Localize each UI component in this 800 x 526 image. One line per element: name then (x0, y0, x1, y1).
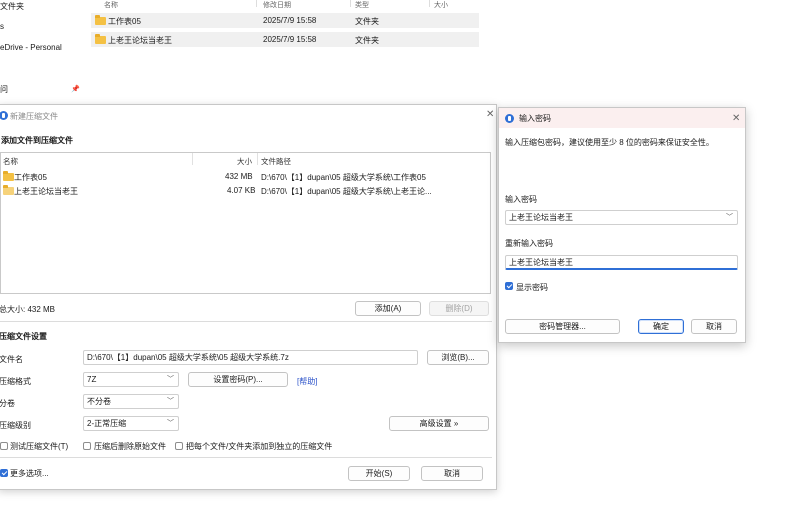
list-item[interactable]: 工作表05 432 MB D:\670\【1】dupan\05 超级大学系统\工… (1, 170, 490, 183)
filename-label: 文件名 (0, 355, 23, 364)
show-password-label: 显示密码 (516, 283, 548, 292)
dialog-title: 新建压缩文件 (10, 112, 58, 121)
folder-icon (95, 15, 106, 25)
chevron-down-icon[interactable]: ﹀ (726, 211, 733, 224)
more-options-label[interactable]: 更多选项... (10, 468, 49, 479)
column-header-name[interactable]: 名称 (104, 0, 118, 9)
nav-item-s[interactable]: s (0, 22, 4, 31)
explorer-row-date: 2025/7/9 15:58 (263, 16, 317, 25)
column-separator (429, 0, 430, 7)
section-divider (0, 457, 492, 458)
column-separator (256, 0, 257, 7)
test-archive-checkbox[interactable] (0, 442, 8, 450)
folder-icon (3, 171, 14, 181)
split-select[interactable]: 不分卷 ﹀ (83, 394, 179, 409)
close-icon[interactable]: ✕ (732, 114, 740, 124)
advanced-settings-button[interactable]: 高级设置 » (389, 416, 489, 431)
cancel-button[interactable]: 取消 (421, 466, 483, 481)
password-input[interactable]: 上老王论坛当老王 ﹀ (505, 210, 738, 225)
password-manager-button[interactable]: 密码管理器... (505, 319, 620, 334)
list-item-path: D:\670\【1】dupan\05 超级大学系统\上老王论... (261, 187, 432, 196)
browse-button[interactable]: 浏览(B)... (427, 350, 489, 365)
new-archive-dialog: 新建压缩文件 ✕ 添加文件到压缩文件 名称 大小 文件路径 工作表05 432 … (0, 104, 497, 490)
explorer-row-date: 2025/7/9 15:58 (263, 35, 317, 44)
confirm-password-input[interactable]: 上老王论坛当老王 (505, 255, 738, 270)
password-label: 输入密码 (505, 195, 537, 204)
delete-button[interactable]: 删除(D) (429, 301, 489, 316)
explorer-row-type: 文件夹 (355, 36, 379, 45)
close-icon[interactable]: ✕ (486, 110, 494, 120)
confirm-password-label: 重新输入密码 (505, 239, 553, 248)
file-icon (3, 185, 14, 195)
add-files-section-title: 添加文件到压缩文件 (1, 136, 73, 145)
separate-archives-label: 把每个文件/文件夹添加到独立的压缩文件 (186, 442, 333, 451)
explorer-nav-pane: 文件夹 s eDrive - Personal 问 📌 (0, 0, 90, 100)
column-separator (192, 153, 193, 165)
section-divider (0, 321, 492, 322)
column-separator (350, 0, 351, 7)
password-hint: 输入压缩包密码，建议使用至少 8 位的密码来保证安全性。 (505, 138, 714, 147)
list-item-name: 工作表05 (14, 173, 47, 182)
list-item-size: 4.07 KB (227, 186, 256, 195)
nav-item-onedrive[interactable]: eDrive - Personal (0, 43, 62, 52)
password-dialog: 输入密码 ✕ 输入压缩包密码，建议使用至少 8 位的密码来保证安全性。 输入密码… (498, 107, 746, 343)
chevron-down-icon: ﹀ (167, 420, 174, 427)
list-item-path: D:\670\【1】dupan\05 超级大学系统\工作表05 (261, 173, 426, 182)
explorer-row-name: 工作表05 (108, 17, 141, 26)
ok-button[interactable]: 确定 (638, 319, 684, 334)
level-label: 压缩级别 (0, 421, 31, 430)
split-label: 分卷 (0, 399, 15, 408)
add-button[interactable]: 添加(A) (355, 301, 421, 316)
password-dialog-title: 输入密码 (519, 114, 551, 123)
separate-archives-checkbox[interactable] (175, 442, 183, 450)
app-icon (0, 111, 8, 120)
nav-item-pinned[interactable]: 问 (0, 84, 8, 95)
explorer-row-type: 文件夹 (355, 17, 379, 26)
list-header-name[interactable]: 名称 (3, 156, 18, 167)
nav-item-folder[interactable]: 文件夹 (0, 1, 24, 12)
chevron-down-icon: ﹀ (167, 398, 174, 405)
help-link[interactable]: [帮助] (297, 376, 317, 387)
list-header-path[interactable]: 文件路径 (261, 156, 291, 167)
list-item-size: 432 MB (225, 172, 253, 181)
split-select-value: 不分卷 (87, 397, 111, 406)
format-select[interactable]: 7Z ﹀ (83, 372, 179, 387)
cancel-button[interactable]: 取消 (691, 319, 737, 334)
pin-icon[interactable]: 📌 (71, 85, 80, 93)
total-size-label: 总大小: 432 MB (0, 305, 56, 314)
explorer-row-name: 上老王论坛当老王 (108, 36, 172, 45)
column-header-size[interactable]: 大小 (434, 0, 448, 9)
column-header-type[interactable]: 类型 (355, 0, 369, 9)
list-header-size[interactable]: 大小 (237, 156, 252, 167)
settings-section-title: 压缩文件设置 (0, 332, 47, 341)
delete-after-checkbox[interactable] (83, 442, 91, 450)
file-list[interactable]: 名称 大小 文件路径 工作表05 432 MB D:\670\【1】dupan\… (0, 152, 491, 294)
column-separator (257, 153, 258, 165)
explorer-row[interactable]: 上老王论坛当老王 2025/7/9 15:58 文件夹 (91, 32, 479, 47)
level-select[interactable]: 2-正常压缩 ﹀ (83, 416, 179, 431)
set-password-button[interactable]: 设置密码(P)... (188, 372, 288, 387)
test-archive-label: 测试压缩文件(T) (10, 442, 69, 451)
list-item-name: 上老王论坛当老王 (14, 187, 78, 196)
filename-input[interactable]: D:\670\【1】dupan\05 超级大学系统\05 超级大学系统.7z (83, 350, 418, 365)
explorer-row[interactable]: 工作表05 2025/7/9 15:58 文件夹 (91, 13, 479, 28)
format-label: 压缩格式 (0, 377, 31, 386)
app-icon (505, 114, 514, 123)
more-options-checkbox[interactable] (0, 469, 8, 477)
column-header-date[interactable]: 修改日期 (263, 0, 291, 9)
show-password-checkbox[interactable] (505, 282, 513, 290)
start-button[interactable]: 开始(S) (348, 466, 410, 481)
chevron-down-icon: ﹀ (167, 376, 174, 383)
delete-after-label: 压缩后删除原始文件 (94, 442, 166, 451)
format-select-value: 7Z (87, 375, 97, 384)
password-value: 上老王论坛当老王 (509, 213, 573, 222)
level-select-value: 2-正常压缩 (87, 419, 127, 428)
folder-icon (95, 34, 106, 44)
list-item[interactable]: 上老王论坛当老王 4.07 KB D:\670\【1】dupan\05 超级大学… (1, 184, 490, 197)
